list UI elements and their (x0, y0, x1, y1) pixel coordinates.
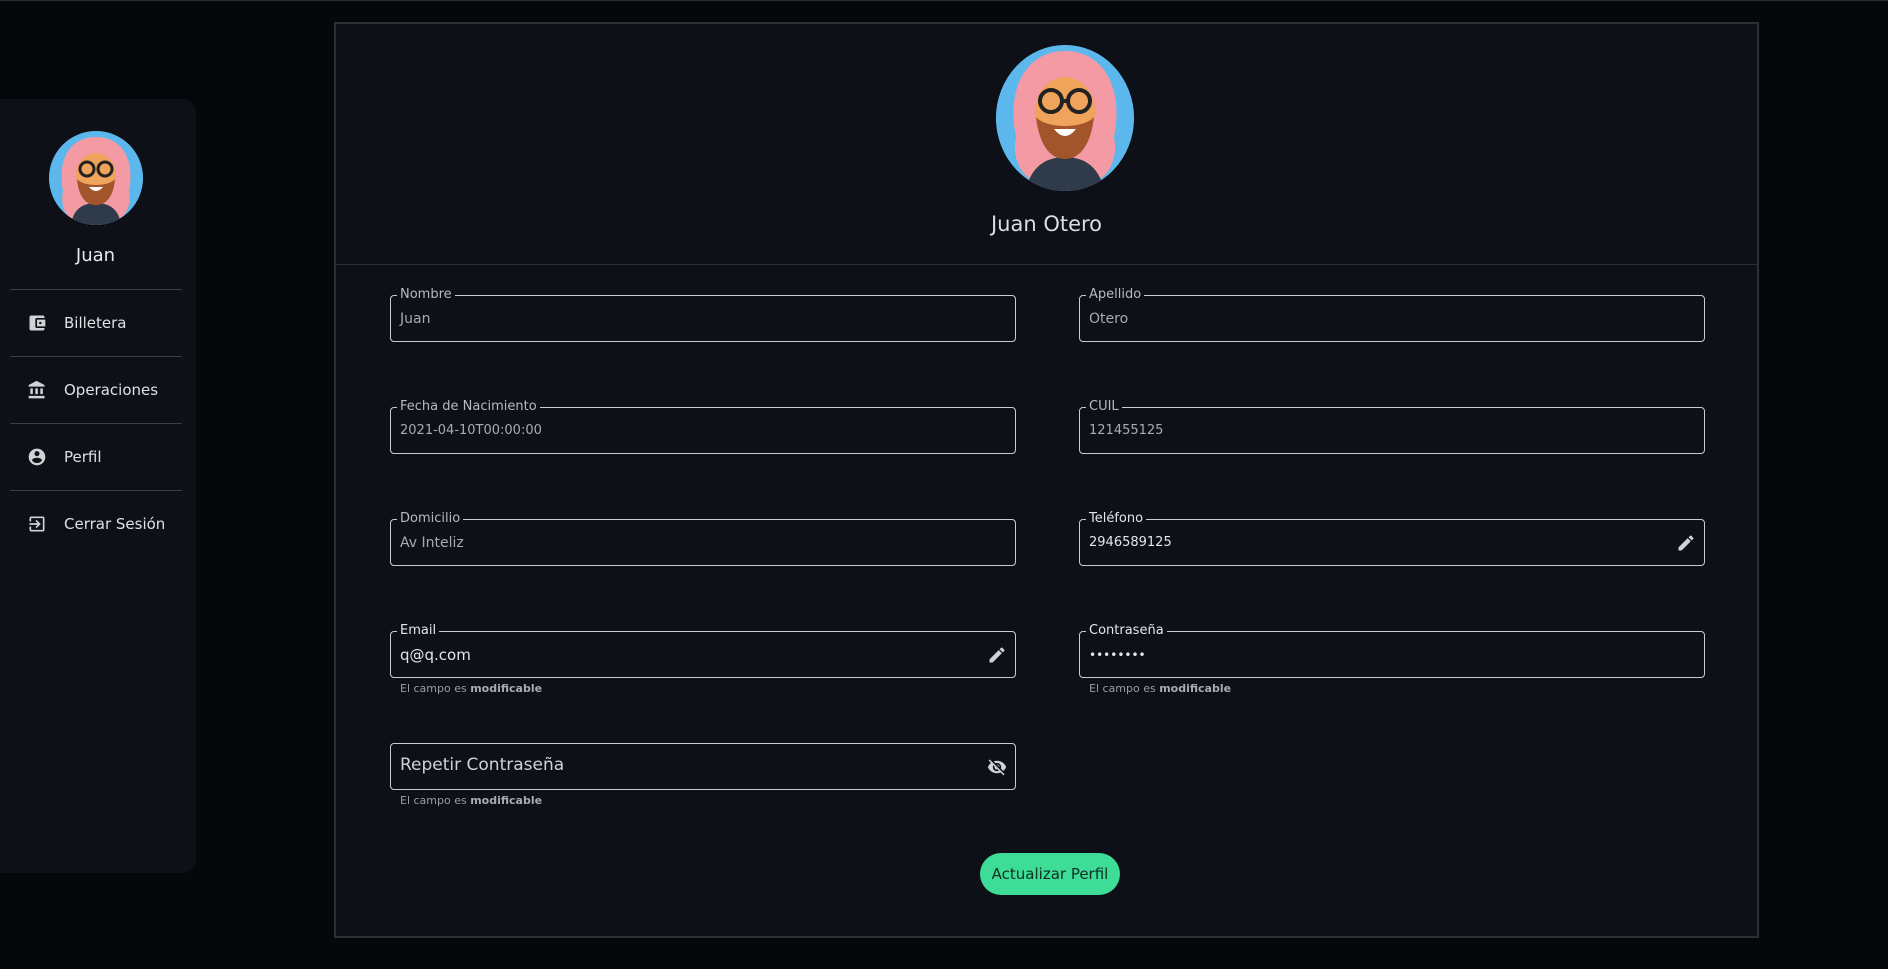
apellido-field[interactable]: Apellido Otero (1079, 286, 1705, 342)
sidebar-item-label: Operaciones (64, 381, 159, 399)
password-helper-text: El campo es modificable (1089, 682, 1232, 695)
profile-avatar (996, 45, 1134, 191)
wallet-icon (27, 313, 47, 333)
field-value: •••••••• (1089, 648, 1146, 662)
field-value: Av Inteliz (400, 535, 464, 551)
field-label: Apellido (1086, 286, 1145, 304)
sidebar-avatar (49, 131, 143, 225)
repeat-password-field[interactable]: Repetir Contraseña (390, 743, 1016, 790)
nombre-field[interactable]: Nombre Juan (390, 286, 1016, 342)
field-value: 2946589125 (1089, 535, 1172, 550)
sidebar-item-label: Perfil (64, 448, 102, 466)
field-label: CUIL (1086, 398, 1122, 416)
fecha-nacimiento-field[interactable]: Fecha de Nacimiento 2021-04-10T00:00:00 (390, 398, 1016, 454)
top-border (0, 0, 1888, 1)
bank-icon (27, 380, 47, 400)
field-value: Juan (400, 311, 431, 327)
logout-icon (27, 514, 47, 534)
sidebar-item-billetera[interactable]: Billetera (10, 290, 182, 356)
field-label: Teléfono (1086, 510, 1147, 528)
sidebar: Juan Billetera Operaciones Perfil Cerrar… (0, 99, 196, 873)
sidebar-item-operaciones[interactable]: Operaciones (10, 357, 182, 423)
sidebar-user-name: Juan (75, 245, 116, 266)
update-profile-button[interactable]: Actualizar Perfil (980, 853, 1120, 895)
field-label: Fecha de Nacimiento (397, 398, 540, 416)
field-value: q@q.com (400, 646, 471, 664)
password-field[interactable]: Contraseña •••••••• (1079, 622, 1705, 678)
field-label: Contraseña (1086, 622, 1167, 640)
pencil-icon[interactable] (987, 645, 1007, 665)
field-value: 121455125 (1089, 423, 1164, 438)
field-placeholder: Repetir Contraseña (400, 755, 565, 775)
profile-full-name: Juan Otero (990, 212, 1103, 236)
profile-card: Juan Otero Nombre Juan Apellido Otero Fe… (334, 22, 1759, 938)
domicilio-field[interactable]: Domicilio Av Inteliz (390, 510, 1016, 566)
account-circle-icon (27, 447, 47, 467)
sidebar-item-cerrar-sesion[interactable]: Cerrar Sesión (10, 491, 182, 557)
eye-off-icon[interactable] (987, 757, 1007, 777)
field-label: Email (397, 622, 440, 640)
card-divider (336, 264, 1757, 265)
field-value: 2021-04-10T00:00:00 (400, 423, 542, 438)
sidebar-item-label: Cerrar Sesión (64, 515, 166, 533)
sidebar-item-perfil[interactable]: Perfil (10, 424, 182, 490)
cuil-field[interactable]: CUIL 121455125 (1079, 398, 1705, 454)
telefono-field[interactable]: Teléfono 2946589125 (1079, 510, 1705, 566)
pencil-icon[interactable] (1676, 533, 1696, 553)
repeat-password-helper-text: El campo es modificable (400, 794, 543, 807)
field-value: Otero (1089, 311, 1129, 327)
sidebar-item-label: Billetera (64, 314, 127, 332)
email-helper-text: El campo es modificable (400, 682, 543, 695)
field-label: Nombre (397, 286, 455, 304)
field-label: Domicilio (397, 510, 464, 528)
email-field[interactable]: Email q@q.com (390, 622, 1016, 678)
